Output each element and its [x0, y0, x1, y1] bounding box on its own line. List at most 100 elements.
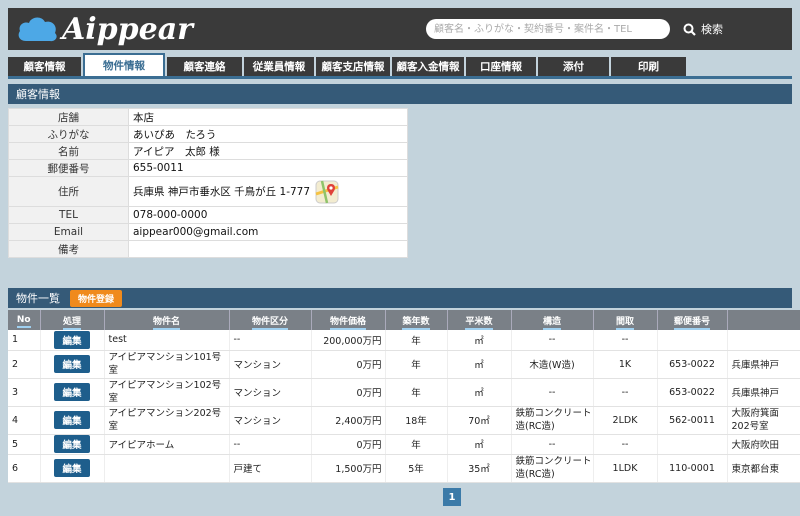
edit-button[interactable]: 編集 [54, 330, 90, 349]
cell-address: 大阪府吹田 [727, 434, 800, 455]
column-header[interactable]: No [8, 310, 41, 330]
cell-age: 18年 [385, 406, 448, 435]
cell-age: 年 [385, 330, 448, 351]
cell-address: 兵庫県神戸 [727, 350, 800, 379]
info-value: あいぴあ たろう [128, 125, 408, 143]
cell-no: 4 [8, 406, 41, 435]
table-row: 4 編集 アイピアマンション202号室 マンション 2,400万円 18年 70… [8, 406, 800, 435]
info-value: 078-000-0000 [128, 206, 408, 224]
column-header[interactable]: 平米数 [447, 310, 512, 330]
cell-name: アイピアマンション101号室 [104, 350, 230, 379]
cell-structure: -- [511, 330, 594, 351]
tab-customer-payment[interactable]: 顧客入金情報 [392, 57, 464, 76]
info-label: ふりがな [8, 125, 129, 143]
cell-area: ㎡ [447, 330, 512, 351]
column-header[interactable]: 物件名 [104, 310, 230, 330]
info-label: 住所 [8, 176, 129, 207]
cell-layout: -- [593, 330, 658, 351]
info-label: 店舗 [8, 108, 129, 126]
edit-button[interactable]: 編集 [54, 435, 90, 453]
info-label: 備考 [8, 240, 129, 258]
cell-price: 0万円 [311, 378, 386, 407]
info-row: ふりがな あいぴあ たろう [8, 125, 408, 143]
map-icon[interactable] [315, 180, 339, 204]
tab-employee-info[interactable]: 従業員情報 [244, 57, 314, 76]
tab-account-info[interactable]: 口座情報 [466, 57, 536, 76]
cell-structure: -- [511, 378, 594, 407]
column-header[interactable]: 郵便番号 [657, 310, 728, 330]
cell-structure: 鉄筋コンクリート造(RC造) [511, 454, 594, 483]
register-property-button[interactable]: 物件登録 [70, 289, 123, 307]
table-row: 1 編集 test -- 200,000万円 年 ㎡ -- -- [8, 330, 800, 351]
cell-structure: 木造(W造) [511, 350, 594, 379]
cell-no: 5 [8, 434, 41, 455]
table-row: 5 編集 アイピアホーム -- 0万円 年 ㎡ -- -- 大阪府吹田 [8, 434, 800, 455]
cell-price: 0万円 [311, 434, 386, 455]
info-value: 本店 [128, 108, 408, 126]
logo[interactable]: Aippear [16, 11, 193, 47]
info-row: 郵便番号 655-0011 [8, 159, 408, 177]
cell-age: 5年 [385, 454, 448, 483]
edit-button[interactable]: 編集 [54, 383, 90, 401]
edit-button[interactable]: 編集 [54, 355, 90, 373]
customer-section-header: 顧客情報 [8, 84, 792, 104]
cell-layout: 2LDK [593, 406, 658, 435]
tab-customer-info[interactable]: 顧客情報 [8, 57, 81, 76]
top-bar: Aippear 検索 [8, 8, 792, 50]
cell-action: 編集 [40, 406, 105, 435]
cell-age: 年 [385, 434, 448, 455]
cell-layout: -- [593, 378, 658, 407]
edit-button[interactable]: 編集 [54, 411, 90, 429]
cell-structure: -- [511, 434, 594, 455]
cell-no: 3 [8, 378, 41, 407]
cell-action: 編集 [40, 454, 105, 483]
cell-action: 編集 [40, 350, 105, 379]
info-row: Email aippear000@gmail.com [8, 223, 408, 241]
column-header[interactable]: 処理 [40, 310, 105, 330]
tab-customer-contact[interactable]: 顧客連絡 [167, 57, 242, 76]
tab-attachments[interactable]: 添付 [538, 57, 609, 76]
cloud-icon [18, 17, 57, 42]
cell-postal: 653-0022 [657, 350, 728, 379]
info-row: 備考 [8, 240, 408, 258]
info-value [128, 240, 408, 258]
tab-print[interactable]: 印刷 [611, 57, 686, 76]
cell-category: マンション [229, 406, 312, 435]
column-header[interactable]: 構造 [511, 310, 594, 330]
cell-category: -- [229, 434, 312, 455]
tab-property-info[interactable]: 物件情報 [83, 53, 165, 76]
info-label: TEL [8, 206, 129, 224]
table-row: 3 編集 アイピアマンション102号室 マンション 0万円 年 ㎡ -- -- … [8, 378, 800, 407]
column-header[interactable]: 物件区分 [229, 310, 312, 330]
search-button-label: 検索 [701, 23, 723, 36]
cell-category: マンション [229, 378, 312, 407]
pagination-page-1[interactable]: 1 [443, 488, 461, 506]
tab-bar: 顧客情報 物件情報 顧客連絡 従業員情報 顧客支店情報 顧客入金情報 口座情報 … [8, 53, 792, 79]
address-cell: 兵庫県 神戸市垂水区 千鳥が丘 1-777 [128, 176, 408, 207]
info-value: aippear000@gmail.com [128, 223, 408, 241]
cell-postal: 653-0022 [657, 378, 728, 407]
column-header[interactable]: 物件価格 [311, 310, 386, 330]
cell-price: 200,000万円 [311, 330, 386, 351]
cell-postal: 110-0001 [657, 454, 728, 483]
info-row: 店舗 本店 [8, 108, 408, 126]
cell-layout: 1K [593, 350, 658, 379]
property-table: No 処理 物件名 物件区分 物件価格 築年数 平米数 構造 間取 郵便番号 1… [8, 310, 800, 483]
column-header[interactable]: 築年数 [385, 310, 448, 330]
table-row: 2 編集 アイピアマンション101号室 マンション 0万円 年 ㎡ 木造(W造)… [8, 350, 800, 379]
table-header-row: No 処理 物件名 物件区分 物件価格 築年数 平米数 構造 間取 郵便番号 [8, 310, 800, 330]
cell-area: 35㎡ [447, 454, 512, 483]
cell-address: 兵庫県神戸 [727, 378, 800, 407]
cell-name: アイピアマンション102号室 [104, 378, 230, 407]
search-button[interactable]: 検索 [683, 20, 723, 38]
tab-customer-branch[interactable]: 顧客支店情報 [316, 57, 390, 76]
column-header[interactable]: 間取 [593, 310, 658, 330]
edit-button[interactable]: 編集 [54, 459, 90, 477]
customer-info-table: 店舗 本店 ふりがな あいぴあ たろう 名前 アイピア 太郎 様 郵便番号 65… [8, 108, 408, 258]
logo-text: Aippear [62, 11, 193, 47]
info-value: 655-0011 [128, 159, 408, 177]
search-input[interactable] [426, 19, 670, 39]
info-label: 郵便番号 [8, 159, 129, 177]
column-header [727, 310, 800, 330]
cell-category: マンション [229, 350, 312, 379]
